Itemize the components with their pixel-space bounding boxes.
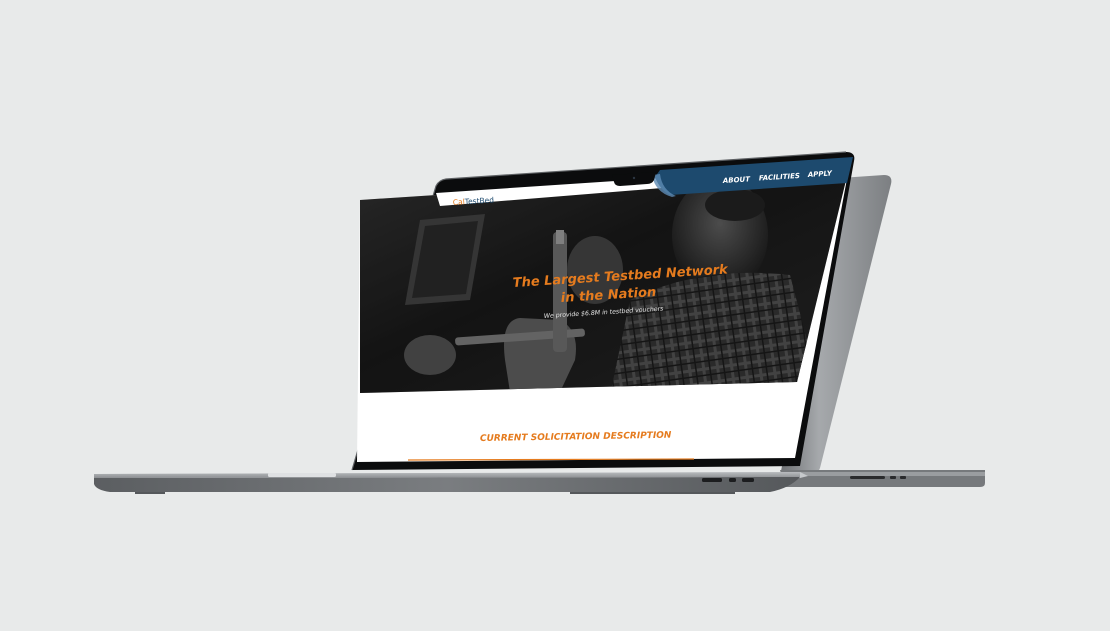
trackpad-lip: [268, 473, 336, 477]
sd-card-slot: [702, 478, 722, 482]
laptop-mockup-scene: CalTestBed ABOUT FACILITIES APPLY The La…: [94, 151, 985, 494]
nav-link-apply[interactable]: APPLY: [807, 169, 833, 179]
magsafe-port: [742, 478, 754, 482]
website-screen: CalTestBed ABOUT FACILITIES APPLY The La…: [357, 157, 853, 462]
usb-c-port: [729, 478, 736, 482]
mockup-stage: CalTestBed ABOUT FACILITIES APPLY The La…: [0, 0, 1110, 631]
front-laptop-base: [94, 472, 808, 494]
